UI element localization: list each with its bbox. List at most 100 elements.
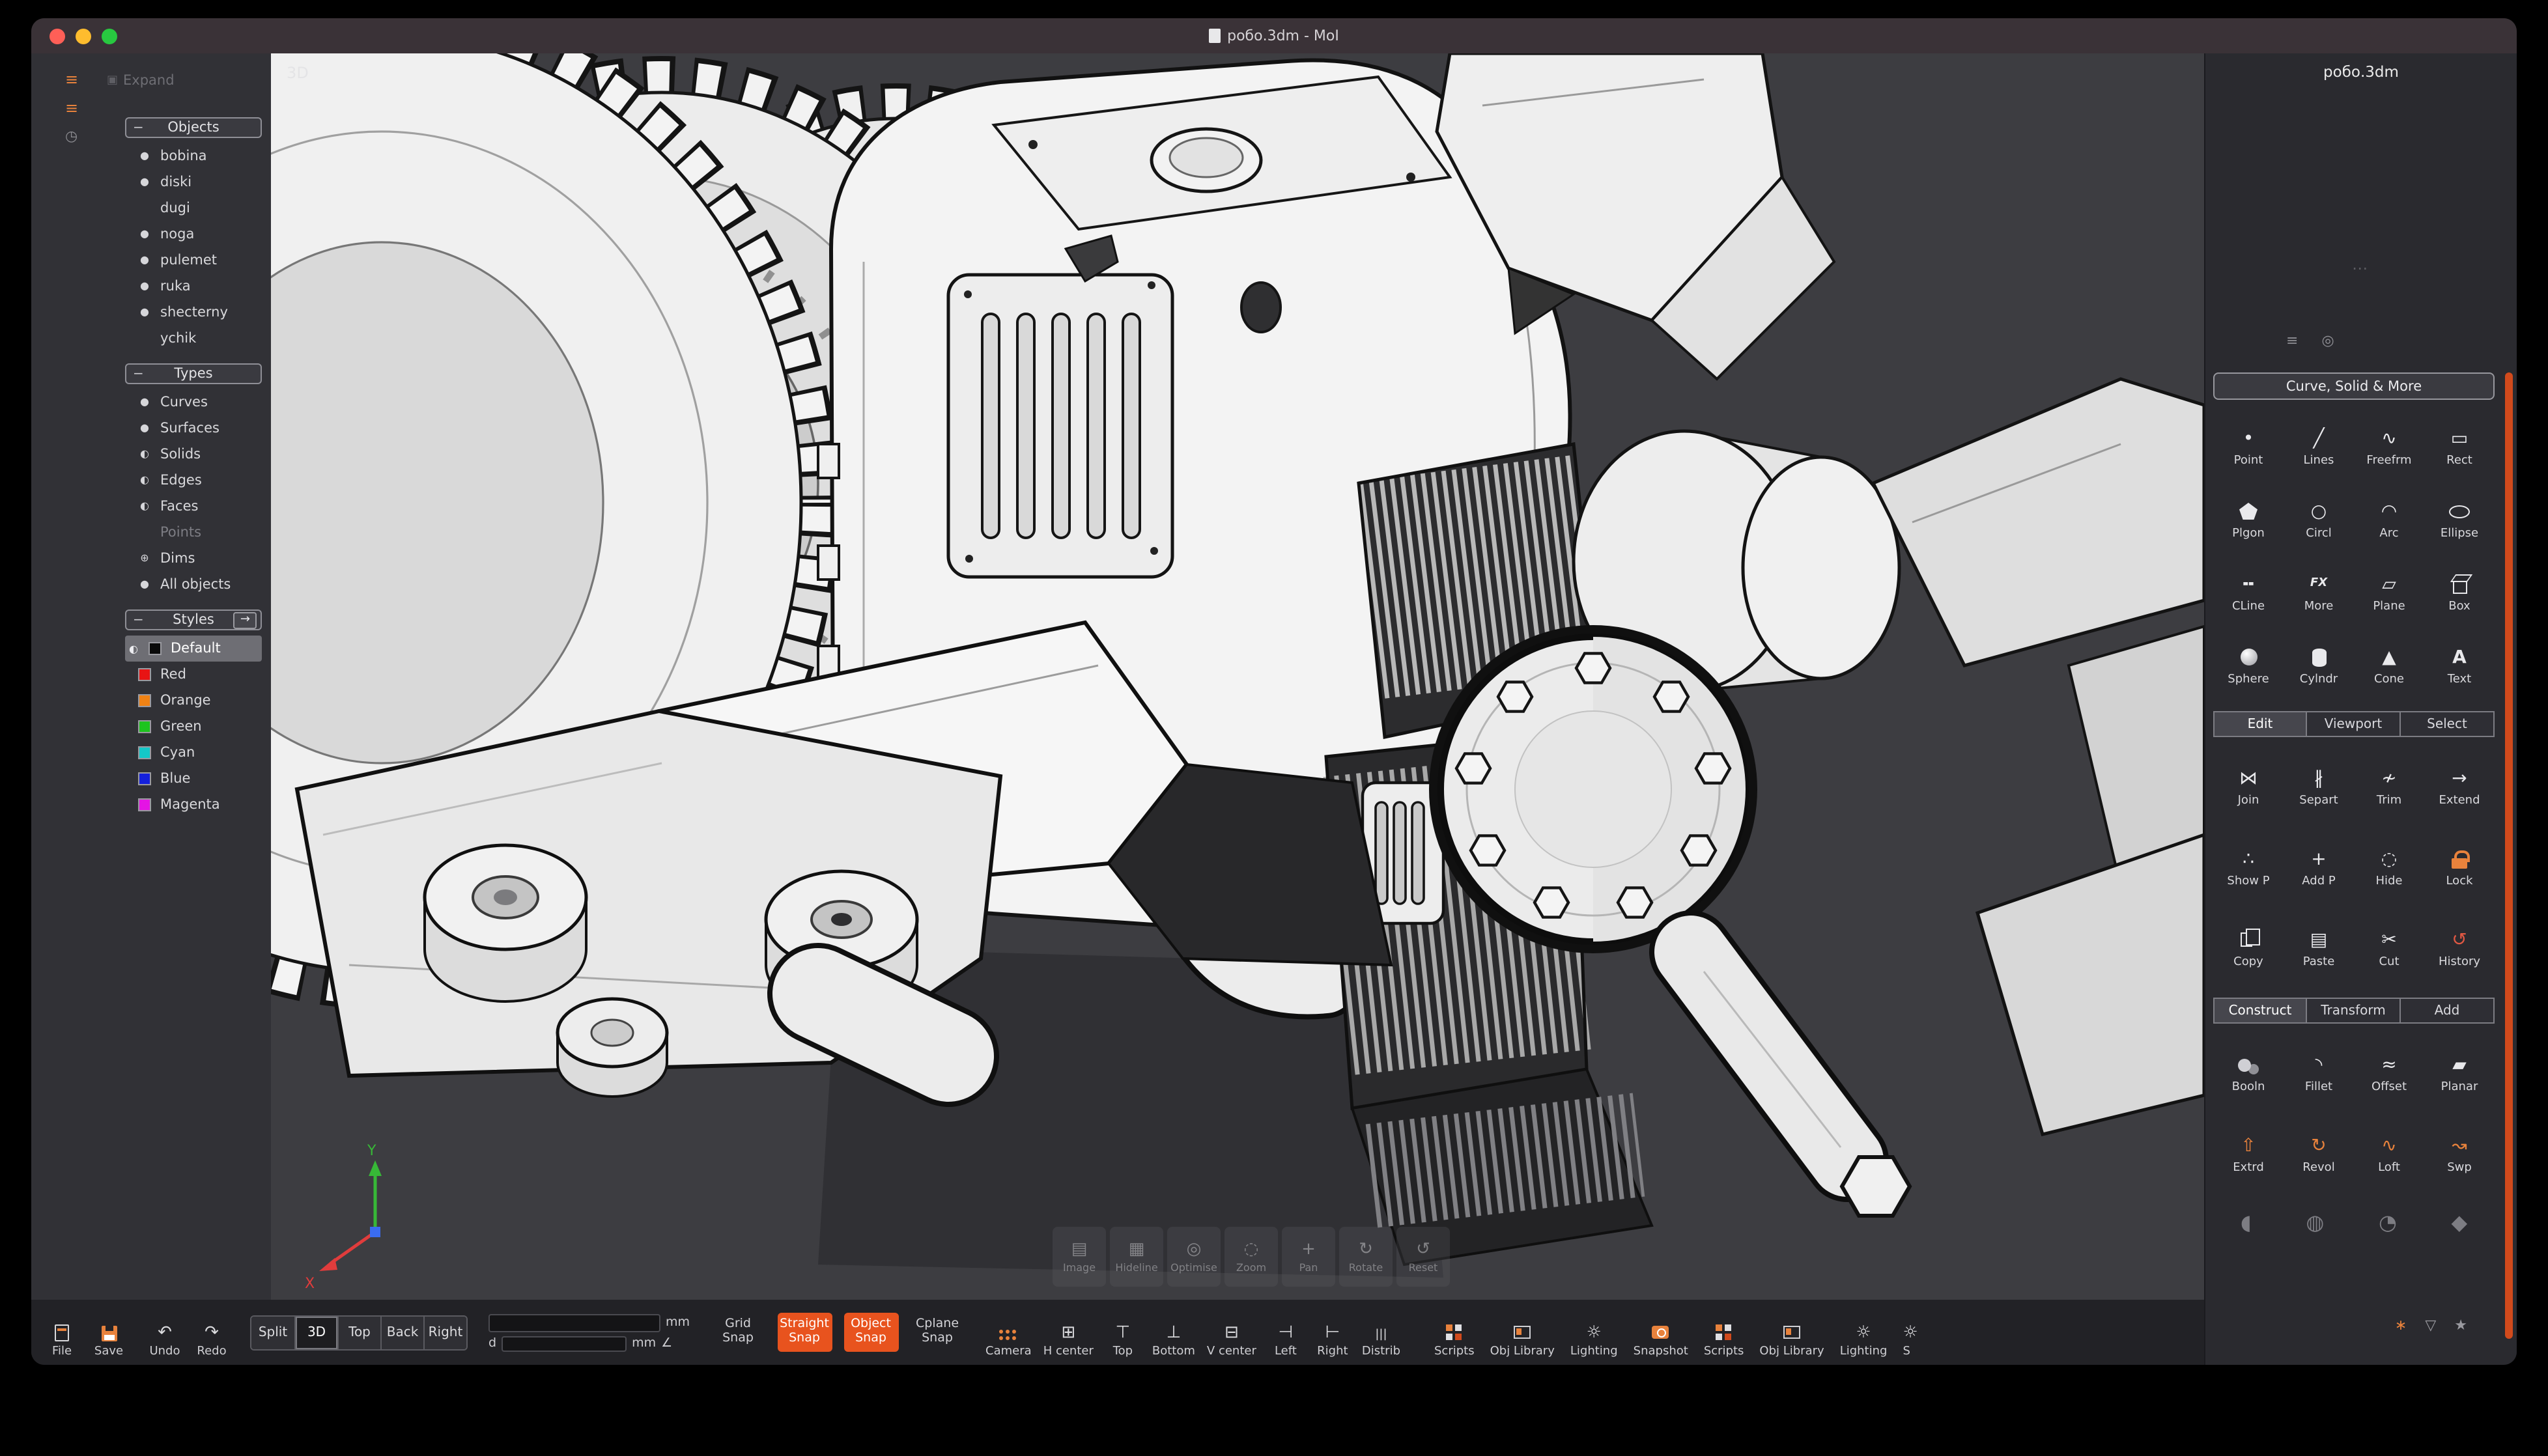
collapse-icon[interactable]: − xyxy=(133,367,144,381)
sliders-icon[interactable]: ≡ xyxy=(2286,332,2298,349)
tool-show-points[interactable]: ∴Show P xyxy=(2213,827,2284,908)
style-row[interactable]: Green xyxy=(125,714,264,740)
clipped-button[interactable]: ☼S xyxy=(1903,1306,1938,1358)
tab-edit[interactable]: Edit xyxy=(2213,711,2307,737)
types-section-header[interactable]: − Types xyxy=(125,363,262,384)
tool-trim[interactable]: ≁Trim xyxy=(2354,746,2424,827)
object-row[interactable]: ●shecterny xyxy=(125,300,264,326)
zoom-button[interactable] xyxy=(102,28,117,44)
redo-button[interactable]: ↷Redo xyxy=(194,1306,229,1358)
type-row[interactable]: Points xyxy=(125,520,264,546)
distribute-button[interactable]: |||Distrib xyxy=(1362,1306,1400,1358)
file-button[interactable]: File xyxy=(44,1306,79,1358)
tool-lock[interactable]: Lock xyxy=(2424,827,2495,908)
type-row[interactable]: ●Curves xyxy=(125,389,264,415)
obj-library-button-2[interactable]: Obj Library xyxy=(1759,1306,1824,1358)
close-button[interactable] xyxy=(50,28,65,44)
align-top-button[interactable]: ⊤Top xyxy=(1105,1306,1140,1358)
angle-input[interactable] xyxy=(502,1336,627,1351)
viewport-label[interactable]: 3D xyxy=(287,64,309,82)
tool-arc[interactable]: ◠Arc xyxy=(2354,483,2424,556)
style-row[interactable]: Red xyxy=(125,662,264,688)
tool-ellipse[interactable]: Ellipse xyxy=(2424,483,2495,556)
obj-library-button[interactable]: Obj Library xyxy=(1490,1306,1555,1358)
type-row[interactable]: ●All objects xyxy=(125,572,264,598)
scripts-button[interactable]: Scripts xyxy=(1434,1306,1475,1358)
tool-rect[interactable]: ▭Rect xyxy=(2424,410,2495,483)
browser-list-icon[interactable]: ≡ xyxy=(65,100,78,116)
tool-paste[interactable]: ▤Paste xyxy=(2284,908,2354,988)
tool-text[interactable]: AText xyxy=(2424,629,2495,702)
tool-offset[interactable]: ≈Offset xyxy=(2354,1033,2424,1113)
tool-sweep[interactable]: ↝Swp xyxy=(2424,1113,2495,1194)
tool-sphere[interactable]: Sphere xyxy=(2213,629,2284,702)
align-right-button[interactable]: ⊢Right xyxy=(1315,1306,1350,1358)
clipped-tool-icon[interactable]: ◖ xyxy=(2241,1210,2252,1235)
scripts-button-2[interactable]: Scripts xyxy=(1704,1306,1744,1358)
triangle-toggle-icon[interactable]: ▽ xyxy=(2425,1317,2436,1334)
tool-revolve[interactable]: ↻Revol xyxy=(2284,1113,2354,1194)
styles-section-header[interactable]: − Styles → xyxy=(125,609,262,630)
tab-select[interactable]: Select xyxy=(2399,711,2495,737)
tool-polygon[interactable]: Plgon xyxy=(2213,483,2284,556)
shade-toggle-icon[interactable]: ∗ xyxy=(2395,1317,2407,1334)
tool-join[interactable]: ⋈Join xyxy=(2213,746,2284,827)
tool-plane[interactable]: ▱Plane xyxy=(2354,556,2424,629)
object-row[interactable]: ●noga xyxy=(125,221,264,247)
align-left-button[interactable]: ⊣Left xyxy=(1268,1306,1303,1358)
grid-snap-toggle[interactable]: Grid Snap xyxy=(711,1318,765,1347)
tool-boolean[interactable]: Booln xyxy=(2213,1033,2284,1113)
type-row[interactable]: ⊕Dims xyxy=(125,546,264,572)
objects-section-header[interactable]: − Objects xyxy=(125,117,262,138)
object-snap-toggle[interactable]: Object Snap xyxy=(843,1313,898,1352)
style-row[interactable]: Blue xyxy=(125,766,264,792)
tool-history[interactable]: ↺History xyxy=(2424,908,2495,988)
tool-more[interactable]: FXMore xyxy=(2284,556,2354,629)
tool-add-points[interactable]: +Add P xyxy=(2284,827,2354,908)
history-clock-icon[interactable]: ◷ xyxy=(65,129,78,143)
object-row[interactable]: ●pulemet xyxy=(125,247,264,273)
view-3d-button[interactable]: 3D xyxy=(294,1316,337,1349)
tab-transform[interactable]: Transform xyxy=(2306,998,2401,1024)
tool-planar[interactable]: ▰Planar xyxy=(2424,1033,2495,1113)
view-right-button[interactable]: Right xyxy=(423,1316,466,1349)
palette-header[interactable]: Curve, Solid & More xyxy=(2213,372,2495,400)
object-row[interactable]: ●bobina xyxy=(125,143,264,169)
object-row[interactable]: ●ruka xyxy=(125,273,264,300)
align-bottom-button[interactable]: ⊥Bottom xyxy=(1152,1306,1195,1358)
cplane-snap-toggle[interactable]: Cplane Snap xyxy=(910,1318,965,1347)
h-center-button[interactable]: ⊞H center xyxy=(1043,1306,1094,1358)
style-row[interactable]: Magenta xyxy=(125,792,264,818)
tool-cone[interactable]: ▲Cone xyxy=(2354,629,2424,702)
browser-menu-icon[interactable]: ≡ xyxy=(65,72,78,87)
tool-lines[interactable]: ╱Lines xyxy=(2284,410,2354,483)
object-row[interactable]: ●diski xyxy=(125,169,264,195)
minimize-button[interactable] xyxy=(76,28,91,44)
object-row[interactable]: ychik xyxy=(125,326,264,352)
style-row[interactable]: ◐Default xyxy=(125,636,262,662)
collapse-icon[interactable]: − xyxy=(133,120,144,135)
tool-extrude[interactable]: ⇧Extrd xyxy=(2213,1113,2284,1194)
overlay-rotate-button[interactable]: ↻Rotate xyxy=(1339,1227,1393,1287)
clipped-tool-icon[interactable]: ◍ xyxy=(2306,1210,2324,1235)
tool-loft[interactable]: ∿Loft xyxy=(2354,1113,2424,1194)
tab-construct[interactable]: Construct xyxy=(2213,998,2307,1024)
tool-box[interactable]: Box xyxy=(2424,556,2495,629)
undo-button[interactable]: ↶Undo xyxy=(147,1306,182,1358)
tool-separate[interactable]: ∦Separt xyxy=(2284,746,2354,827)
pane-resize-handle[interactable]: ⋯ xyxy=(2352,259,2370,277)
overlay-image-button[interactable]: ▤Image xyxy=(1053,1227,1106,1287)
style-row[interactable]: Orange xyxy=(125,688,264,714)
snapshot-button[interactable]: Snapshot xyxy=(1634,1306,1688,1358)
view-top-button[interactable]: Top xyxy=(337,1316,380,1349)
collapse-icon[interactable]: − xyxy=(133,613,144,627)
tool-point[interactable]: •Point xyxy=(2213,410,2284,483)
overlay-zoom-button[interactable]: ◌Zoom xyxy=(1224,1227,1278,1287)
pane-scrollbar[interactable] xyxy=(2505,372,2513,1339)
tool-extend[interactable]: →Extend xyxy=(2424,746,2495,827)
star-toggle-icon[interactable]: ★ xyxy=(2454,1317,2467,1334)
model-canvas[interactable]: Y X xyxy=(271,53,2204,1300)
tool-copy[interactable]: Copy xyxy=(2213,908,2284,988)
overlay-optimise-button[interactable]: ◎Optimise xyxy=(1167,1227,1221,1287)
straight-snap-toggle[interactable]: Straight Snap xyxy=(777,1313,832,1352)
